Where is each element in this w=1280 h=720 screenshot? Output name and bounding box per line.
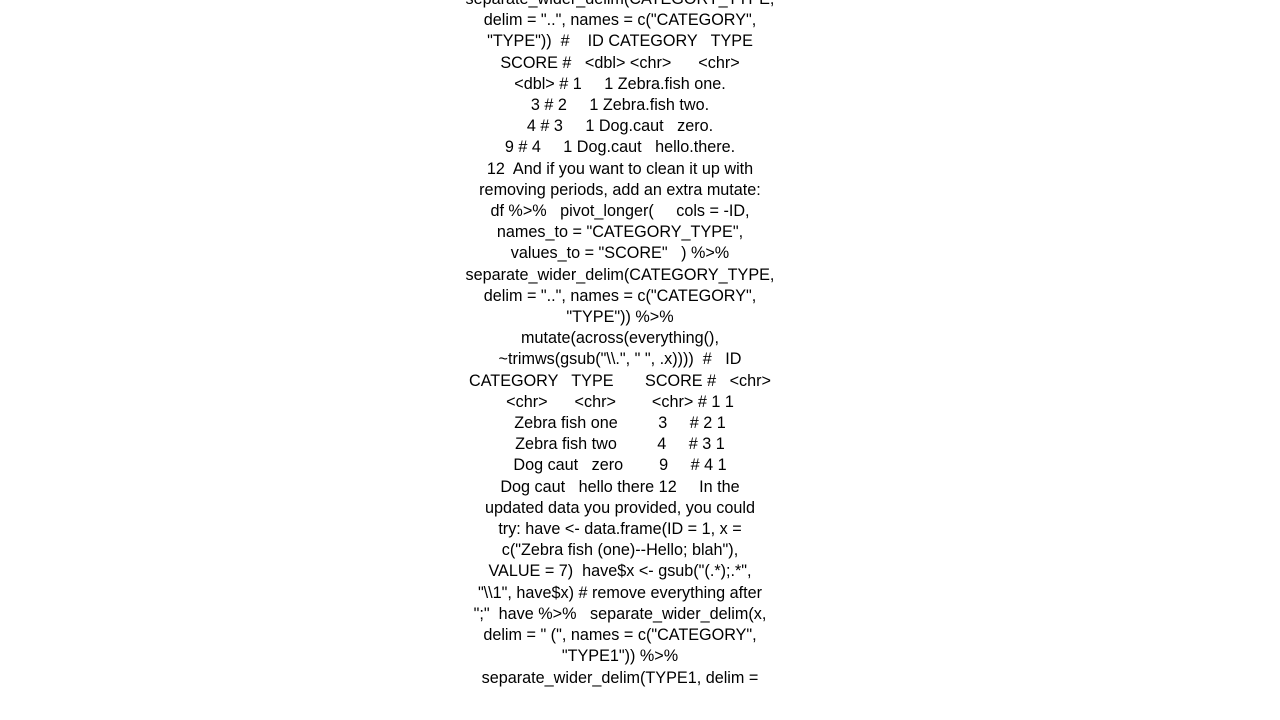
text-line: 9 # 4 1 Dog.caut hello.there. <box>504 138 736 157</box>
text-line: ~trimws(gsub("\\.", " ", .x)))) # ID <box>498 350 742 369</box>
text-line: SCORE # <dbl> <chr> <chr> <box>500 53 740 72</box>
text-line: values_to = "SCORE" ) %>% <box>510 244 730 263</box>
text-line: Dog caut zero 9 # 4 1 <box>513 456 727 475</box>
text-line: 3 # 2 1 Zebra.fish two. <box>530 96 710 115</box>
text-line: <dbl> # 1 1 Zebra.fish one. <box>514 74 726 93</box>
text-line: removing periods, add an extra mutate: <box>479 180 761 199</box>
text-line: updated data you provided, you could <box>485 498 755 517</box>
text-line: separate_wider_delim(CATEGORY_TYPE, <box>465 265 775 284</box>
text-line: 4 # 3 1 Dog.caut zero. <box>526 117 714 136</box>
code-answer-text-block: separate_wider_delim(CATEGORY_TYPE,delim… <box>448 0 792 689</box>
text-line: <chr> <chr> <chr> # 1 1 <box>506 392 734 411</box>
text-line: delim = " (", names = c("CATEGORY", <box>483 626 757 645</box>
text-line: Zebra fish one 3 # 2 1 <box>514 414 726 433</box>
text-line: 12 And if you want to clean it up with <box>486 159 754 178</box>
page-canvas: separate_wider_delim(CATEGORY_TYPE,delim… <box>0 0 1280 720</box>
text-line: separate_wider_delim(CATEGORY_TYPE, <box>448 0 792 10</box>
text-line: "TYPE1")) %>% <box>561 647 679 666</box>
text-line: Zebra fish two 4 # 3 1 <box>515 435 725 454</box>
text-line: "TYPE")) # ID CATEGORY TYPE <box>487 32 753 51</box>
text-line: "TYPE")) %>% <box>566 308 674 327</box>
text-line: "\\1", have$x) # remove everything after <box>477 583 763 602</box>
text-line: separate_wider_delim(TYPE1, delim = <box>481 668 759 687</box>
text-line: try: have <- data.frame(ID = 1, x = <box>498 520 742 539</box>
text-line: Dog caut hello there 12 In the <box>500 477 740 496</box>
text-line: VALUE = 7) have$x <- gsub("(.*);.*", <box>488 562 752 581</box>
text-line: c("Zebra fish (one)--Hello; blah"), <box>501 541 739 560</box>
text-line: delim = "..", names = c("CATEGORY", <box>483 286 757 305</box>
text-line: CATEGORY TYPE SCORE # <chr> <box>469 371 771 390</box>
text-line: df %>% pivot_longer( cols = -ID, <box>490 202 750 221</box>
text-line: ";" have %>% separate_wider_delim(x, <box>473 604 767 623</box>
text-line: mutate(across(everything(), <box>521 329 719 348</box>
text-line: delim = "..", names = c("CATEGORY", <box>483 11 757 30</box>
text-line: names_to = "CATEGORY_TYPE", <box>496 223 744 242</box>
